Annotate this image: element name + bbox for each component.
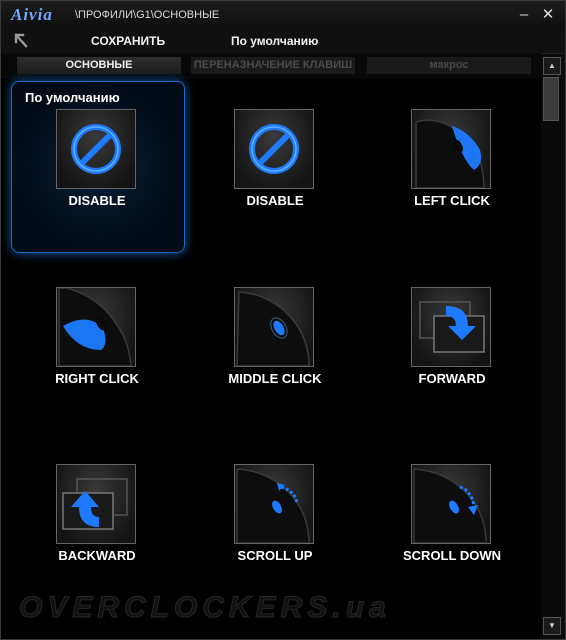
action-disable-1[interactable]: DISABLE (37, 109, 157, 249)
action-label: DISABLE (246, 193, 304, 208)
action-scroll-down[interactable]: SCROLL DOWN (392, 464, 512, 604)
minimize-button[interactable]: – (515, 6, 533, 24)
action-backward[interactable]: BACKWARD (37, 464, 157, 604)
action-scroll-up[interactable]: SCROLL UP (215, 464, 335, 604)
save-button[interactable]: СОХРАНИТЬ (91, 34, 165, 48)
mouse-middle-click-icon[interactable] (234, 287, 314, 367)
mouse-right-click-icon[interactable] (56, 287, 136, 367)
toolbar: СОХРАНИТЬ По умолчанию (1, 29, 565, 54)
breadcrumb: \ПРОФИЛИ\G1\ОСНОВНЫЕ (75, 9, 220, 21)
action-label: SCROLL DOWN (403, 548, 501, 563)
action-label: FORWARD (418, 371, 486, 386)
action-label: BACKWARD (58, 548, 136, 563)
tab-bar: ОСНОВНЫЕ ПЕРЕНАЗНАЧЕНИЕ КЛАВИШ макрос (1, 53, 541, 79)
app-window: Aivia \ПРОФИЛИ\G1\ОСНОВНЫЕ – ✕ СОХРАНИТЬ… (0, 0, 566, 640)
scroll-down-arrow-icon[interactable]: ▼ (543, 617, 561, 635)
close-button[interactable]: ✕ (539, 6, 557, 24)
button-grid: По умолчанию OVERCLOCKERS.ua DISABLE DIS… (1, 79, 541, 639)
profile-label: По умолчанию (25, 90, 120, 105)
action-label: DISABLE (68, 193, 126, 208)
tab-macro[interactable]: макрос (367, 57, 531, 74)
tab-basic[interactable]: ОСНОВНЫЕ (17, 57, 181, 74)
mouse-left-click-icon[interactable] (411, 109, 491, 189)
action-label: MIDDLE CLICK (228, 371, 322, 386)
vertical-scrollbar[interactable]: ▲ ▼ (541, 55, 561, 637)
default-button[interactable]: По умолчанию (231, 34, 318, 48)
action-left-click[interactable]: LEFT CLICK (392, 109, 512, 249)
action-forward[interactable]: FORWARD (392, 287, 512, 427)
aivia-logo: Aivia (11, 5, 53, 24)
action-right-click[interactable]: RIGHT CLICK (37, 287, 157, 427)
scroll-up-icon[interactable] (234, 464, 314, 544)
backward-icon[interactable] (56, 464, 136, 544)
title-bar: Aivia \ПРОФИЛИ\G1\ОСНОВНЫЕ – ✕ (1, 1, 565, 29)
tab-key-reassign[interactable]: ПЕРЕНАЗНАЧЕНИЕ КЛАВИШ (191, 57, 355, 74)
scroll-down-icon[interactable] (411, 464, 491, 544)
action-label: LEFT CLICK (414, 193, 490, 208)
scroll-thumb[interactable] (543, 77, 559, 121)
action-label: SCROLL UP (237, 548, 313, 563)
action-label: RIGHT CLICK (55, 371, 139, 386)
back-arrow-icon[interactable] (11, 31, 31, 51)
scroll-up-arrow-icon[interactable]: ▲ (543, 57, 561, 75)
disable-icon[interactable] (234, 109, 314, 189)
action-middle-click[interactable]: MIDDLE CLICK (215, 287, 335, 427)
disable-icon[interactable] (56, 109, 136, 189)
forward-icon[interactable] (411, 287, 491, 367)
action-disable-2[interactable]: DISABLE (215, 109, 335, 249)
